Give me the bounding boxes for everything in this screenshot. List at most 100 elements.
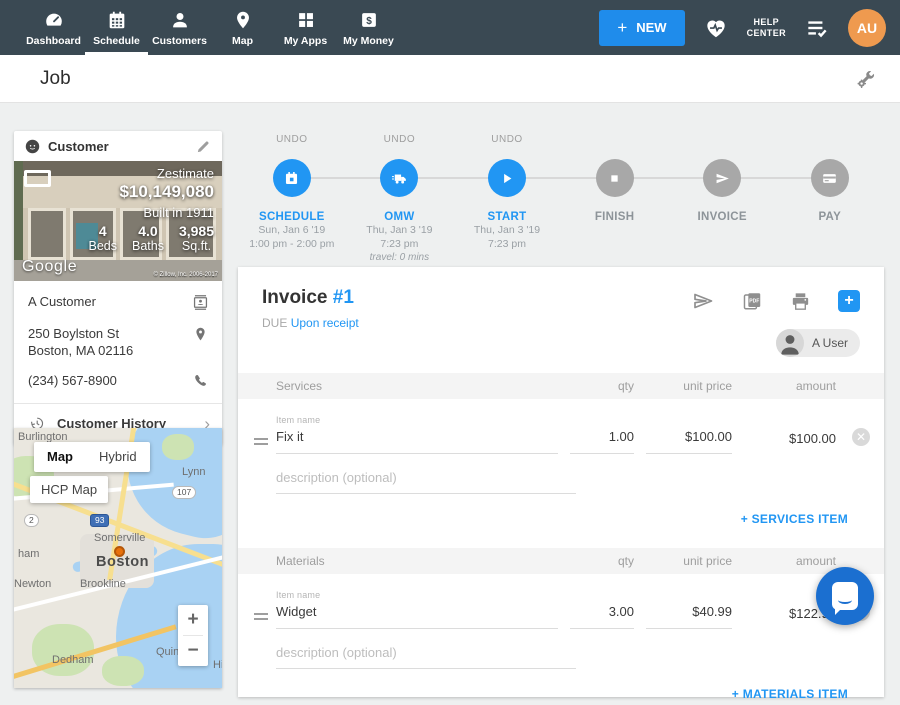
- task-list-icon[interactable]: [804, 15, 830, 41]
- item-name-input[interactable]: [276, 604, 558, 629]
- nav-item-my-money[interactable]: $ My Money: [337, 0, 400, 55]
- nav-item-dashboard[interactable]: Dashboard: [22, 0, 85, 55]
- add-invoice-button[interactable]: +: [838, 290, 860, 312]
- phone-icon[interactable]: [192, 372, 210, 390]
- map-label-dedham: Dedham: [52, 654, 94, 666]
- qty-field: [570, 590, 634, 629]
- nav-item-my-apps[interactable]: My Apps: [274, 0, 337, 55]
- nav-item-schedule[interactable]: Schedule: [85, 0, 148, 55]
- undo-link[interactable]: UNDO: [384, 134, 415, 146]
- pdf-icon[interactable]: PDF: [741, 290, 763, 312]
- stat-value: 3,985: [179, 223, 214, 239]
- health-heart-icon[interactable]: [703, 15, 729, 41]
- help-center-button[interactable]: HELP CENTER: [747, 17, 786, 39]
- customer-name: A Customer: [28, 293, 96, 310]
- customer-card-title: Customer: [48, 139, 109, 154]
- map-label-hingham: Hi: [213, 659, 222, 671]
- edit-pencil-icon[interactable]: [195, 138, 212, 155]
- timeline-step-pay: PAY: [776, 134, 884, 265]
- nav-items: Dashboard Schedule Customers Map My Apps…: [22, 0, 400, 55]
- photo-window: [28, 208, 66, 260]
- send-invoice-icon[interactable]: [691, 289, 715, 313]
- timeline-step-schedule: UNDO SCHEDULE Sun, Jan 6 '19 1:00 pm - 2…: [238, 134, 346, 265]
- zoom-in-button[interactable]: +: [178, 605, 208, 635]
- add-materials-item-link[interactable]: + MATERIALS ITEM: [732, 687, 848, 701]
- send-plane-icon[interactable]: [703, 159, 741, 197]
- new-button[interactable]: + NEW: [599, 10, 684, 46]
- page-title: Job: [40, 68, 71, 90]
- google-logo: Google: [22, 258, 77, 276]
- invoice-actions: PDF +: [691, 289, 860, 313]
- step-date: Thu, Jan 3 '19: [366, 223, 432, 237]
- street-view-toggle-icon[interactable]: [24, 170, 51, 187]
- add-services-item-link[interactable]: + SERVICES ITEM: [741, 512, 848, 526]
- location-pin-icon[interactable]: [191, 325, 210, 344]
- customer-details: A Customer 250 Boylston St Boston, MA 02…: [14, 281, 222, 390]
- qty-field: [570, 415, 634, 454]
- job-location-marker: [114, 546, 125, 557]
- i93-shield: 93: [90, 514, 109, 527]
- start-step-button[interactable]: [488, 159, 526, 197]
- apps-grid-icon: [295, 9, 317, 31]
- route-107-shield: 107: [172, 486, 196, 499]
- address-line1: 250 Boylston St: [28, 325, 133, 342]
- description-row: [238, 454, 884, 494]
- drag-handle[interactable]: [254, 610, 270, 623]
- navbar-right: + NEW HELP CENTER AU: [599, 0, 900, 55]
- qty-input[interactable]: [570, 429, 634, 454]
- remove-item-button[interactable]: ✕: [852, 428, 870, 446]
- assigned-user-chip[interactable]: A User: [776, 329, 860, 357]
- finish-step-button[interactable]: [596, 159, 634, 197]
- travel-time: travel: 0 mins: [370, 251, 429, 265]
- due-terms-link[interactable]: Upon receipt: [291, 316, 359, 330]
- description-input[interactable]: [276, 641, 576, 669]
- omw-step-button[interactable]: [380, 159, 418, 197]
- job-settings-wrench-icon[interactable]: [854, 67, 878, 91]
- map-button[interactable]: Map: [34, 442, 86, 472]
- zoom-out-button[interactable]: −: [178, 636, 208, 666]
- undo-link[interactable]: UNDO: [276, 134, 307, 146]
- contact-card-icon[interactable]: [191, 293, 210, 312]
- item-name-label: Item name: [276, 415, 558, 429]
- job-status-timeline: UNDO SCHEDULE Sun, Jan 6 '19 1:00 pm - 2…: [238, 134, 884, 266]
- step-time: 7:23 pm: [380, 237, 418, 251]
- map-park: [162, 434, 194, 460]
- help-center-line2: CENTER: [747, 28, 786, 39]
- chat-bubble-button[interactable]: [816, 567, 874, 625]
- chat-smile: [838, 596, 852, 604]
- map-type-buttons: Map Hybrid: [34, 442, 150, 472]
- stat-label: Baths: [132, 239, 164, 253]
- undo-link[interactable]: UNDO: [491, 134, 522, 146]
- zestimate-value: $10,149,080: [88, 182, 214, 202]
- nav-item-map[interactable]: Map: [211, 0, 274, 55]
- unit-price-input[interactable]: [646, 429, 732, 454]
- nav-item-customers[interactable]: Customers: [148, 0, 211, 55]
- nav-item-label: Dashboard: [26, 35, 81, 47]
- hybrid-button[interactable]: Hybrid: [86, 442, 150, 472]
- zestimate-overlay: Zestimate $10,149,080 Built in 1911 4 Be…: [88, 166, 214, 253]
- truck-icon: [390, 169, 409, 188]
- item-name-input[interactable]: [276, 429, 558, 454]
- map-label-brookline: Brookline: [80, 578, 126, 590]
- unit-price-input[interactable]: [646, 604, 732, 629]
- schedule-step-button[interactable]: [273, 159, 311, 197]
- user-avatar[interactable]: AU: [848, 9, 886, 47]
- drag-handle[interactable]: [254, 435, 270, 448]
- help-center-line1: HELP: [747, 17, 786, 28]
- item-name-label: Item name: [276, 590, 558, 604]
- built-year: Built in 1911: [88, 205, 214, 220]
- pay-step-button[interactable]: [811, 159, 849, 197]
- property-stats: 4 Beds 4.0 Baths 3,985 Sq.ft.: [88, 223, 214, 253]
- description-input[interactable]: [276, 466, 576, 494]
- customer-phone-row: (234) 567-8900: [28, 372, 210, 390]
- qty-input[interactable]: [570, 604, 634, 629]
- stat-label: Sq.ft.: [179, 239, 214, 253]
- stat-label: Beds: [88, 239, 117, 253]
- print-icon[interactable]: [789, 290, 812, 313]
- zestimate-label: Zestimate: [88, 166, 214, 181]
- invoice-title-text: Invoice: [262, 287, 327, 308]
- stat-value: 4.0: [132, 223, 164, 239]
- hcp-map-button[interactable]: HCP Map: [30, 476, 108, 503]
- unit-price-field: [646, 590, 732, 629]
- qty-column-header: qty: [570, 379, 634, 393]
